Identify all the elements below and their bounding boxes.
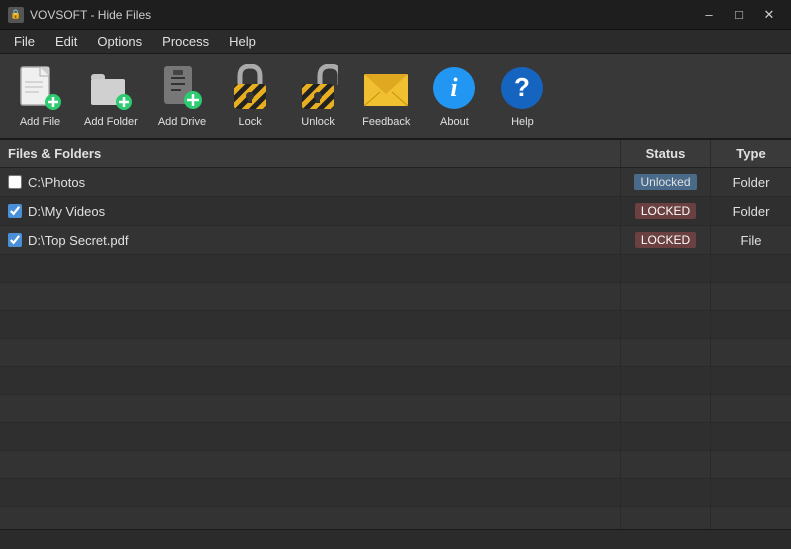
add-drive-label: Add Drive bbox=[158, 116, 206, 128]
add-drive-button[interactable]: Add Drive bbox=[150, 60, 214, 132]
status-badge-3: LOCKED bbox=[635, 232, 696, 248]
unlock-button[interactable]: Unlock bbox=[286, 60, 350, 132]
window-title: VOVSOFT - Hide Files bbox=[30, 8, 151, 22]
cell-status-1: Unlocked bbox=[621, 168, 711, 196]
row-checkbox-2[interactable] bbox=[8, 204, 22, 218]
add-file-label: Add File bbox=[20, 116, 60, 128]
cell-status-3: LOCKED bbox=[621, 226, 711, 254]
menu-options[interactable]: Options bbox=[87, 32, 152, 51]
table-body: C:\Photos Unlocked Folder D:\My Videos L… bbox=[0, 168, 791, 529]
app-icon: 🔒 bbox=[8, 7, 24, 23]
cell-path-1: C:\Photos bbox=[0, 168, 621, 196]
table-row: D:\Top Secret.pdf LOCKED File bbox=[0, 226, 791, 255]
path-text-3: D:\Top Secret.pdf bbox=[28, 233, 128, 248]
about-icon: i bbox=[432, 66, 476, 110]
empty-row bbox=[0, 311, 791, 339]
table-row: C:\Photos Unlocked Folder bbox=[0, 168, 791, 197]
empty-row bbox=[0, 423, 791, 451]
status-bar bbox=[0, 529, 791, 549]
feedback-icon bbox=[362, 66, 410, 110]
main-content: Files & Folders Status Type C:\Photos Un… bbox=[0, 140, 791, 529]
header-status: Status bbox=[621, 140, 711, 167]
menu-bar: File Edit Options Process Help bbox=[0, 30, 791, 54]
help-icon: ? bbox=[500, 66, 544, 110]
add-drive-icon bbox=[159, 64, 205, 112]
menu-help[interactable]: Help bbox=[219, 32, 266, 51]
menu-file[interactable]: File bbox=[4, 32, 45, 51]
about-label: About bbox=[440, 116, 469, 128]
add-folder-icon-area bbox=[87, 64, 135, 112]
path-text-1: C:\Photos bbox=[28, 175, 85, 190]
title-bar: 🔒 VOVSOFT - Hide Files – □ ✕ bbox=[0, 0, 791, 30]
lock-icon bbox=[230, 64, 270, 112]
header-type: Type bbox=[711, 140, 791, 167]
close-button[interactable]: ✕ bbox=[755, 4, 783, 26]
status-badge-2: LOCKED bbox=[635, 203, 696, 219]
maximize-button[interactable]: □ bbox=[725, 4, 753, 26]
empty-row bbox=[0, 339, 791, 367]
feedback-icon-area bbox=[362, 64, 410, 112]
header-files-folders: Files & Folders bbox=[0, 140, 621, 167]
file-table: Files & Folders Status Type C:\Photos Un… bbox=[0, 140, 791, 529]
about-icon-area: i bbox=[430, 64, 478, 112]
help-label: Help bbox=[511, 116, 534, 128]
status-badge-1: Unlocked bbox=[634, 174, 696, 190]
help-button[interactable]: ? Help bbox=[490, 60, 554, 132]
lock-icon-area bbox=[226, 64, 274, 112]
empty-row bbox=[0, 507, 791, 529]
add-file-icon bbox=[17, 64, 63, 112]
empty-row bbox=[0, 255, 791, 283]
cell-path-3: D:\Top Secret.pdf bbox=[0, 226, 621, 254]
row-checkbox-3[interactable] bbox=[8, 233, 22, 247]
title-bar-left: 🔒 VOVSOFT - Hide Files bbox=[8, 7, 151, 23]
add-file-button[interactable]: Add File bbox=[8, 60, 72, 132]
empty-row bbox=[0, 395, 791, 423]
add-drive-icon-area bbox=[158, 64, 206, 112]
minimize-button[interactable]: – bbox=[695, 4, 723, 26]
empty-row bbox=[0, 367, 791, 395]
unlock-icon bbox=[298, 64, 338, 112]
menu-process[interactable]: Process bbox=[152, 32, 219, 51]
svg-text:i: i bbox=[451, 73, 459, 102]
row-checkbox-1[interactable] bbox=[8, 175, 22, 189]
add-file-icon-area bbox=[16, 64, 64, 112]
feedback-label: Feedback bbox=[362, 116, 410, 128]
cell-status-2: LOCKED bbox=[621, 197, 711, 225]
lock-button[interactable]: Lock bbox=[218, 60, 282, 132]
cell-type-1: Folder bbox=[711, 168, 791, 196]
add-folder-label: Add Folder bbox=[84, 116, 138, 128]
cell-type-3: File bbox=[711, 226, 791, 254]
unlock-label: Unlock bbox=[301, 116, 335, 128]
help-icon-area: ? bbox=[498, 64, 546, 112]
menu-edit[interactable]: Edit bbox=[45, 32, 87, 51]
empty-row bbox=[0, 283, 791, 311]
feedback-button[interactable]: Feedback bbox=[354, 60, 418, 132]
about-button[interactable]: i About bbox=[422, 60, 486, 132]
toolbar: Add File Add Folder bbox=[0, 54, 791, 140]
unlock-icon-area bbox=[294, 64, 342, 112]
path-text-2: D:\My Videos bbox=[28, 204, 105, 219]
cell-type-2: Folder bbox=[711, 197, 791, 225]
lock-label: Lock bbox=[238, 116, 261, 128]
window-controls: – □ ✕ bbox=[695, 4, 783, 26]
add-folder-button[interactable]: Add Folder bbox=[76, 60, 146, 132]
svg-text:?: ? bbox=[514, 72, 530, 102]
empty-row bbox=[0, 451, 791, 479]
add-folder-icon bbox=[88, 64, 134, 112]
table-row: D:\My Videos LOCKED Folder bbox=[0, 197, 791, 226]
table-header: Files & Folders Status Type bbox=[0, 140, 791, 168]
empty-row bbox=[0, 479, 791, 507]
cell-path-2: D:\My Videos bbox=[0, 197, 621, 225]
